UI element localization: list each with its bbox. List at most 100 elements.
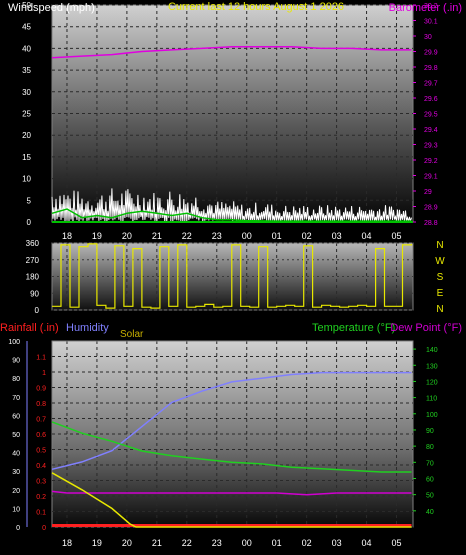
baro-y-tick-label: 28.8 <box>424 220 438 227</box>
temp-x-tick-label: 04 <box>362 538 372 548</box>
baro-y-tick-label: 30 <box>424 34 432 41</box>
wind-x-tick-label: 05 <box>392 231 402 241</box>
humidity-y-tick-label: 60 <box>12 413 20 420</box>
wind-y-tick-label: 15 <box>22 153 31 162</box>
temp-x-tick-label: 02 <box>302 538 312 548</box>
wind-x-tick-label: 20 <box>122 231 132 241</box>
wind-x-tick-label: 21 <box>152 231 162 241</box>
temp-x-tick-label: 00 <box>242 538 252 548</box>
barometer-axis-title: Barometer (.in) <box>389 2 462 14</box>
wind-y-tick-label: 40 <box>22 44 31 53</box>
solar-axis-title: Solar <box>120 329 144 340</box>
compass-label: N <box>436 304 443 315</box>
dew-point-axis-title: Dew Point (°F) <box>390 322 462 334</box>
direction-y-tick-label: 360 <box>26 239 40 248</box>
wind-axis-title: Windspeed (mph) <box>8 2 95 14</box>
temp-y-tick-label: 70 <box>426 460 434 467</box>
baro-y-tick-label: 29.1 <box>424 174 438 181</box>
rain-y-tick-label: 0.7 <box>36 417 46 424</box>
temp-x-tick-label: 03 <box>332 538 342 548</box>
humidity-y-tick-label: 80 <box>12 376 20 383</box>
baro-y-tick-label: 29.8 <box>424 65 438 72</box>
wind-y-tick-label: 20 <box>22 131 31 140</box>
rain-y-tick-label: 0.1 <box>36 510 46 517</box>
wind-x-tick-label: 04 <box>362 231 372 241</box>
rain-y-tick-label: 0 <box>42 525 46 532</box>
rain-y-tick-label: 0.3 <box>36 479 46 486</box>
wind-x-tick-label: 01 <box>272 231 282 241</box>
wind-x-tick-label: 02 <box>302 231 312 241</box>
temperature-axis-title: Temperature (°F) <box>312 322 395 334</box>
compass-label: W <box>435 256 445 267</box>
wind-y-tick-label: 35 <box>22 66 31 75</box>
wind-x-tick-label: 00 <box>242 231 252 241</box>
direction-y-tick-label: 0 <box>35 306 40 315</box>
rain-y-tick-label: 0.6 <box>36 432 46 439</box>
temp-y-tick-label: 80 <box>426 444 434 451</box>
direction-y-tick-label: 180 <box>26 273 40 282</box>
humidity-y-tick-label: 100 <box>8 339 20 346</box>
temp-x-tick-label: 05 <box>392 538 402 548</box>
temp-x-tick-label: 18 <box>62 538 72 548</box>
wind-y-tick-label: 0 <box>27 218 32 227</box>
temp-x-tick-label: 23 <box>212 538 222 548</box>
chart-title: Current last 12 hours August 1 2026 <box>168 1 344 13</box>
rain-axis-title: Rainfall (.in) <box>0 322 59 334</box>
humidity-y-tick-label: 30 <box>12 469 20 476</box>
baro-y-tick-label: 29.7 <box>424 81 438 88</box>
compass-label: S <box>437 272 444 283</box>
temp-x-tick-label: 22 <box>182 538 192 548</box>
humidity-axis-title: Humidity <box>66 322 109 334</box>
temp-y-tick-label: 60 <box>426 476 434 483</box>
temp-x-tick-label: 20 <box>122 538 132 548</box>
rain-y-tick-label: 0.5 <box>36 448 46 455</box>
temp-x-tick-label: 01 <box>272 538 282 548</box>
baro-y-tick-label: 29.4 <box>424 127 438 134</box>
wind-y-tick-label: 45 <box>22 23 31 32</box>
humidity-y-tick-label: 20 <box>12 488 20 495</box>
baro-y-tick-label: 29.3 <box>424 143 438 150</box>
humidity-y-tick-label: 40 <box>12 451 20 458</box>
wind-x-tick-label: 03 <box>332 231 342 241</box>
direction-y-tick-label: 270 <box>26 256 40 265</box>
temp-y-tick-label: 120 <box>426 379 438 386</box>
direction-y-tick-label: 90 <box>30 289 39 298</box>
temp-y-tick-label: 100 <box>426 412 438 419</box>
temp-x-tick-label: 19 <box>92 538 102 548</box>
wind-y-tick-label: 30 <box>22 88 31 97</box>
rain-y-tick-label: 0.9 <box>36 386 46 393</box>
baro-y-tick-label: 29.6 <box>424 96 438 103</box>
wind-x-tick-label: 23 <box>212 231 222 241</box>
wind-x-tick-label: 18 <box>62 231 72 241</box>
baro-y-tick-label: 28.9 <box>424 205 438 212</box>
temp-y-tick-label: 110 <box>426 396 437 403</box>
weather-graph: 18 19 20 21 22 23 00 01 02 03 04 05 18 19 20 21 22 23 00 01… <box>0 0 466 555</box>
humidity-y-tick-label: 0 <box>16 525 20 532</box>
wind-x-tick-label: 22 <box>182 231 192 241</box>
temp-y-tick-label: 40 <box>426 509 434 516</box>
temp-y-tick-label: 140 <box>426 347 438 354</box>
temp-x-tick-label: 21 <box>152 538 162 548</box>
temp-y-tick-label: 90 <box>426 428 434 435</box>
baro-y-tick-label: 29 <box>424 189 432 196</box>
baro-y-tick-label: 29.9 <box>424 50 438 57</box>
temp-y-tick-label: 130 <box>426 363 438 370</box>
compass-label: N <box>436 240 443 251</box>
baro-y-tick-label: 29.5 <box>424 112 438 119</box>
humidity-y-tick-label: 50 <box>12 432 20 439</box>
rain-y-tick-label: 0.2 <box>36 494 46 501</box>
wind-y-tick-label: 10 <box>22 175 31 184</box>
humidity-y-tick-label: 10 <box>12 506 20 513</box>
baro-y-tick-label: 30.1 <box>424 19 438 26</box>
weather-chart-svg: 18 19 20 21 22 23 00 01 02 03 04 0518 19 20 21 22 23 00 01… <box>0 1 462 548</box>
baro-y-tick-label: 29.2 <box>424 158 438 165</box>
wind-y-tick-label: 5 <box>27 196 32 205</box>
humidity-y-tick-label: 70 <box>12 395 20 402</box>
rain-y-tick-label: 0.8 <box>36 401 46 408</box>
rain-y-tick-label: 1 <box>42 370 46 377</box>
rain-y-tick-label: 1.1 <box>36 355 46 362</box>
wind-y-tick-label: 25 <box>22 110 31 119</box>
wind-x-tick-label: 19 <box>92 231 102 241</box>
rain-y-tick-label: 0.4 <box>36 463 46 470</box>
compass-label: E <box>437 288 444 299</box>
